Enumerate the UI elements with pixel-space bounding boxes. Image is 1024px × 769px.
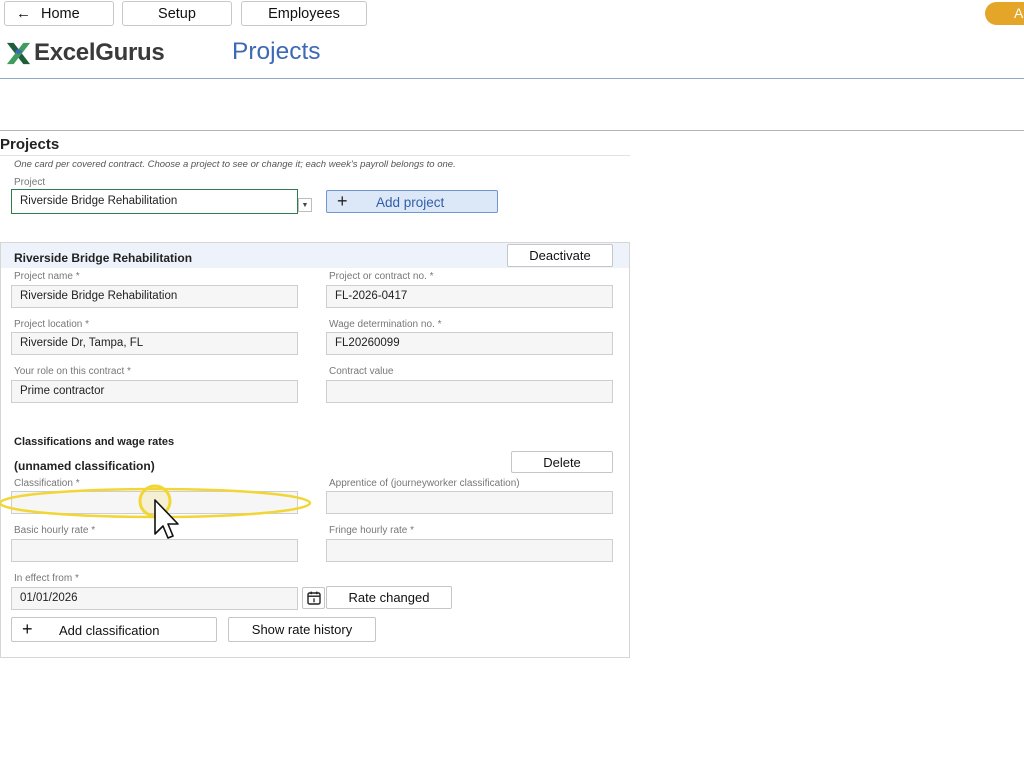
setup-button[interactable]: Setup — [122, 1, 232, 26]
rate-changed-label: Rate changed — [348, 590, 430, 605]
effective-date-label: In effect from * — [14, 573, 79, 584]
classification-label: Classification * — [14, 478, 80, 489]
section-divider — [0, 155, 630, 156]
project-location-field[interactable]: Riverside Dr, Tampa, FL — [11, 332, 298, 355]
wage-determination-label: Wage determination no. * — [329, 319, 442, 330]
project-location-label: Project location * — [14, 319, 90, 330]
role-field[interactable]: Prime contractor — [11, 380, 298, 403]
rate-changed-button[interactable]: Rate changed — [326, 586, 452, 609]
chevron-down-icon: ▼ — [301, 202, 309, 209]
classification-item-title: (unnamed classification) — [14, 459, 155, 473]
basic-rate-label: Basic hourly rate * — [14, 525, 96, 536]
wage-determination-field[interactable]: FL20260099 — [326, 332, 613, 355]
project-name-field[interactable]: Riverside Bridge Rehabilitation — [11, 285, 298, 308]
add-project-button[interactable]: + Add project — [326, 190, 498, 213]
date-picker-button[interactable] — [302, 587, 325, 609]
classification-field[interactable] — [11, 491, 298, 514]
plus-icon: + — [22, 619, 33, 639]
show-rate-history-label: Show rate history — [251, 622, 353, 637]
add-classification-label: Add classification — [59, 623, 160, 638]
setup-button-label: Setup — [158, 5, 196, 22]
calendar-icon — [306, 591, 321, 605]
apprentice-of-label: Apprentice of (journeyworker classificat… — [329, 478, 520, 489]
projects-section-title: Projects — [0, 136, 60, 153]
header-divider — [0, 78, 1024, 79]
brand-logo: ExcelGurus — [5, 39, 165, 67]
account-initial: A — [1014, 5, 1024, 21]
employees-button-label: Employees — [268, 5, 340, 22]
basic-rate-field[interactable] — [11, 539, 298, 562]
projects-hint: One card per covered contract. Choose a … — [14, 159, 456, 170]
classifications-title: Classifications and wage rates — [14, 436, 175, 448]
project-name-label: Project name * — [14, 271, 80, 282]
page-title: Projects — [232, 38, 321, 65]
add-project-label: Add project — [376, 195, 445, 210]
role-label: Your role on this contract * — [14, 366, 131, 377]
project-select[interactable]: Riverside Bridge Rehabilitation — [11, 189, 298, 214]
deactivate-button-label: Deactivate — [529, 248, 591, 263]
deactivate-button[interactable]: Deactivate — [507, 244, 613, 267]
back-arrow-icon: ← — [16, 5, 31, 22]
employees-button[interactable]: Employees — [241, 1, 367, 26]
contract-value-label: Contract value — [329, 366, 394, 377]
project-dropdown-button[interactable]: ▼ — [298, 198, 312, 212]
brand-name: ExcelGurus — [34, 39, 165, 66]
contract-no-field[interactable]: FL-2026-0417 — [326, 285, 613, 308]
delete-button-label: Delete — [543, 454, 581, 470]
excelgurus-x-icon — [6, 42, 31, 64]
toolbar-divider — [0, 130, 1024, 131]
account-button[interactable]: A — [985, 2, 1024, 25]
add-classification-button[interactable]: + Add classification — [11, 617, 217, 642]
effective-date-field[interactable]: 01/01/2026 — [11, 587, 298, 610]
delete-classification-button[interactable]: Delete — [511, 451, 613, 473]
show-rate-history-button[interactable]: Show rate history — [228, 617, 376, 642]
contract-value-field[interactable] — [326, 380, 613, 403]
project-select-label: Project — [14, 177, 46, 188]
fringe-rate-field[interactable] — [326, 539, 613, 562]
fringe-rate-label: Fringe hourly rate * — [329, 525, 415, 536]
home-button-label: Home — [41, 5, 80, 22]
home-button[interactable]: ← Home — [4, 1, 114, 26]
contract-no-label: Project or contract no. * — [329, 271, 434, 282]
apprentice-of-field[interactable] — [326, 491, 613, 514]
project-card-title: Riverside Bridge Rehabilitation — [14, 251, 193, 265]
plus-icon: + — [337, 191, 348, 211]
